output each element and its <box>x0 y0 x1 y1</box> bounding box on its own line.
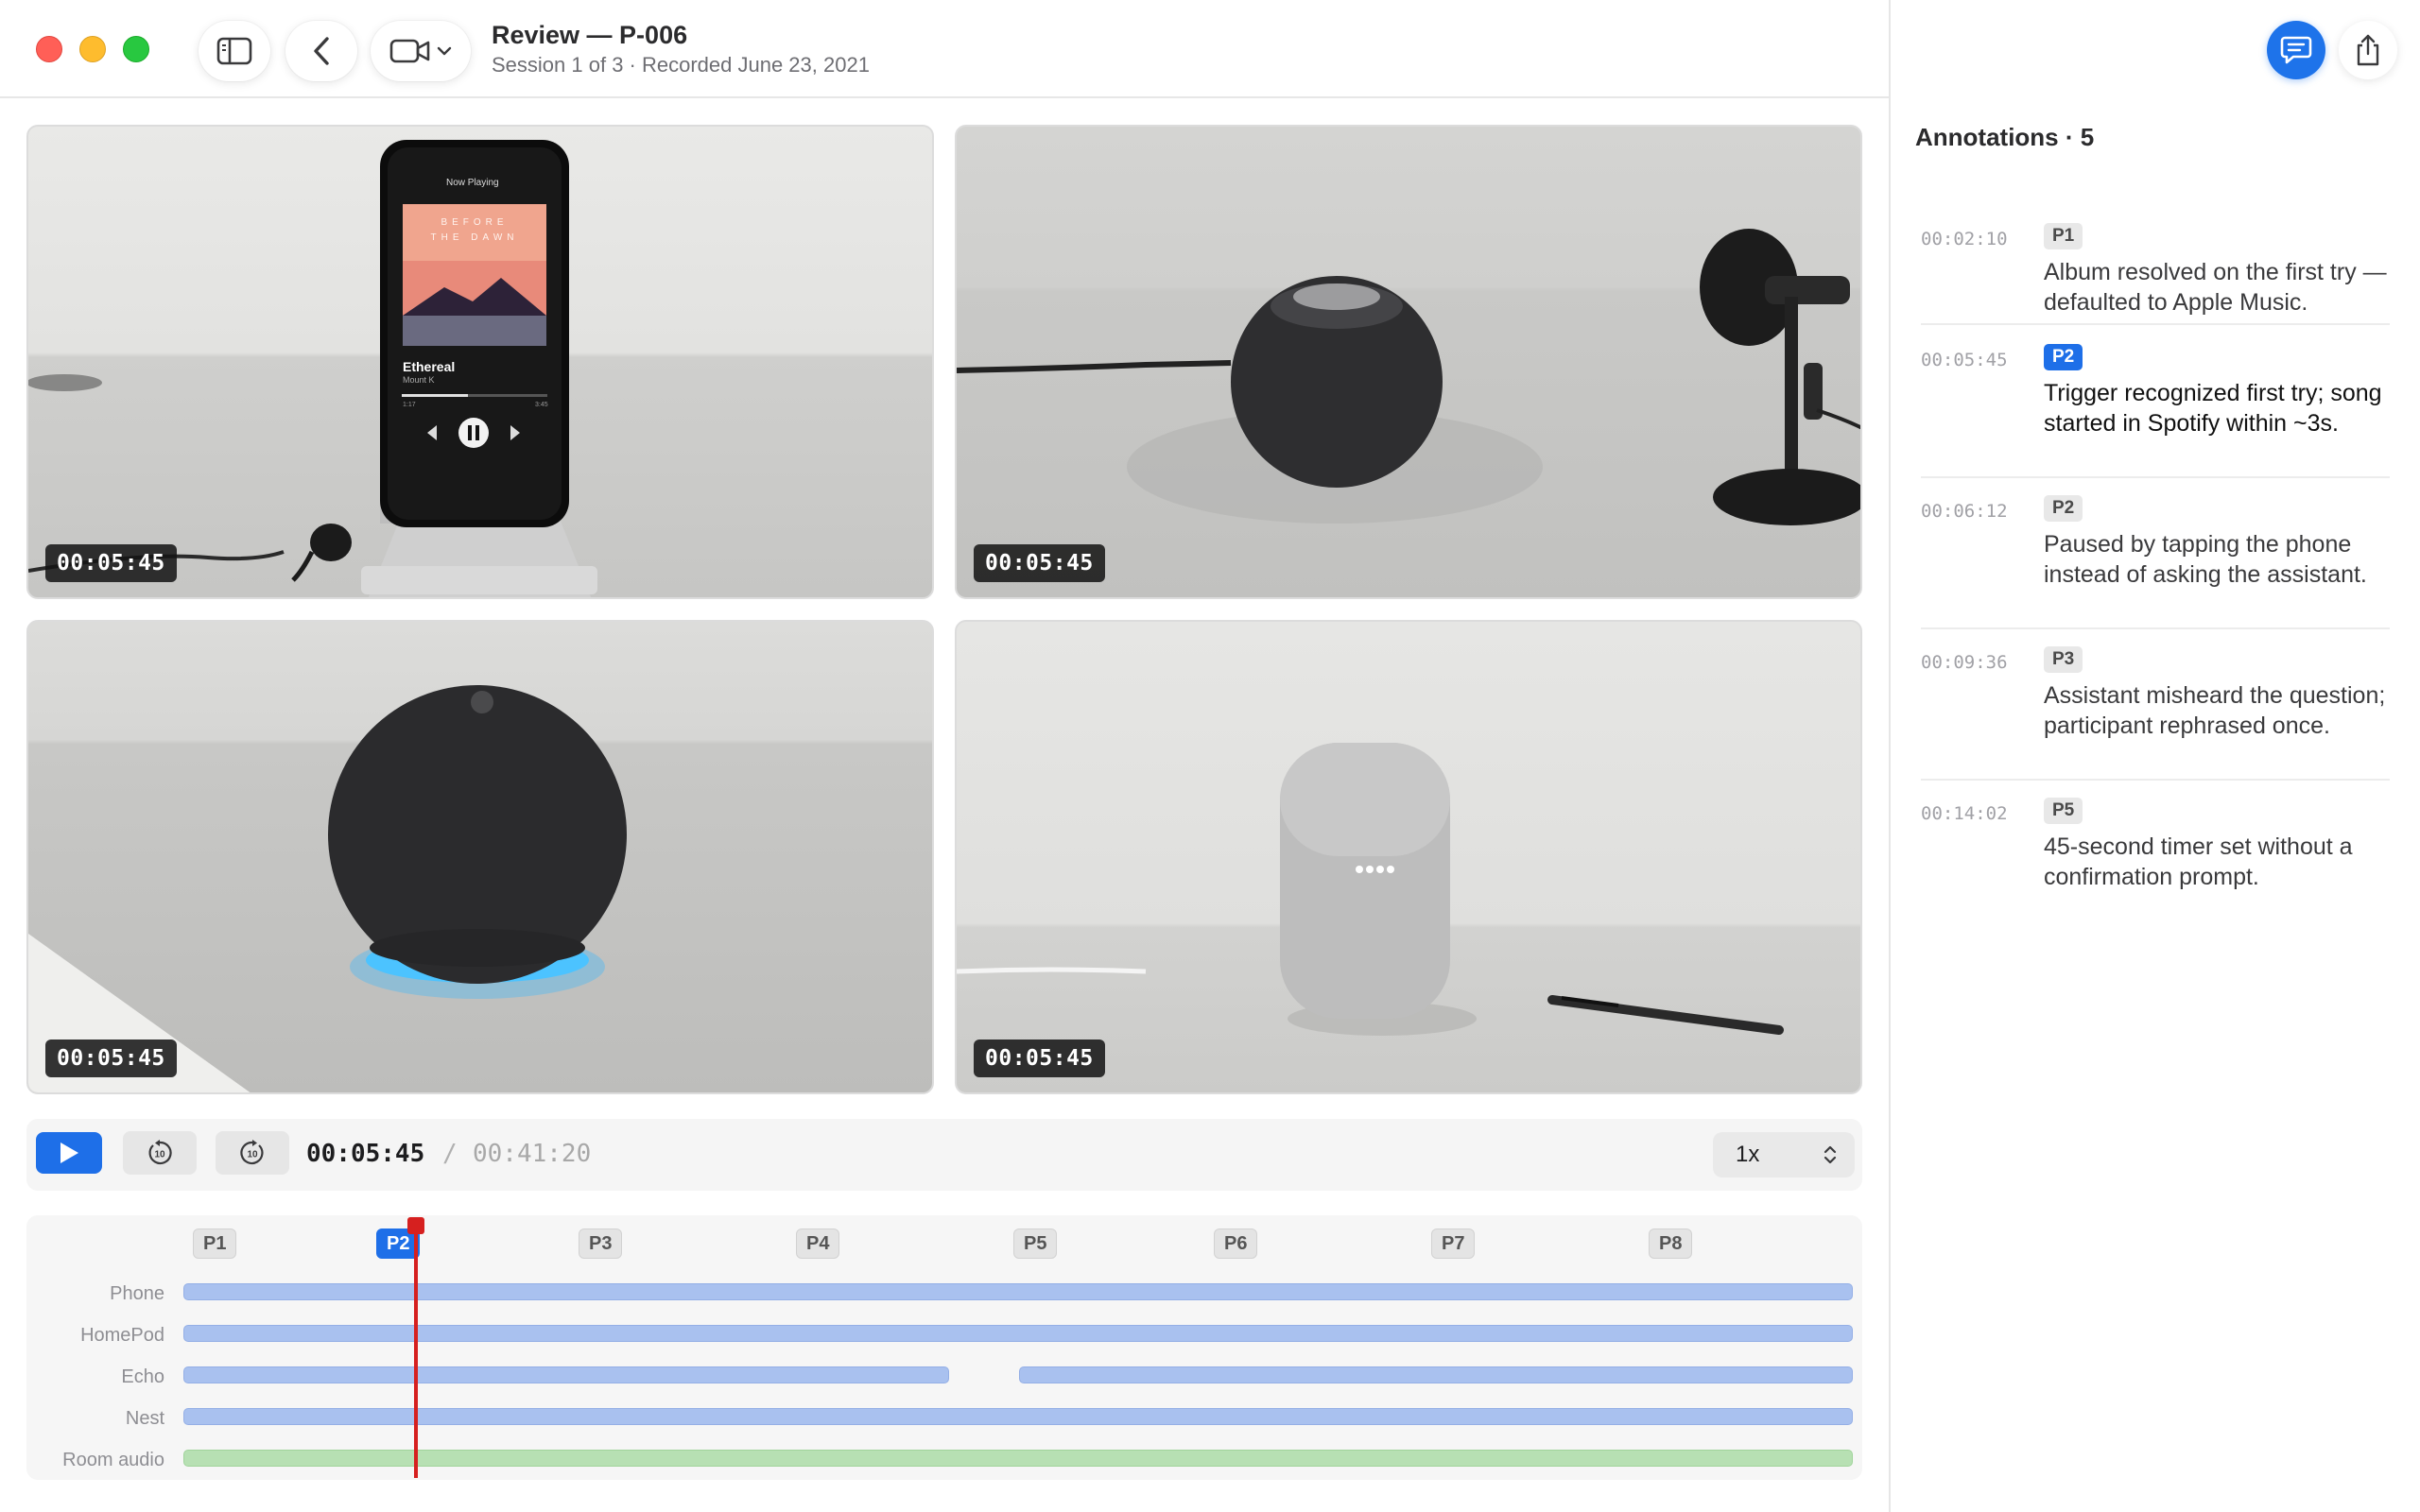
annotation-time: 00:14:02 <box>1921 803 2008 824</box>
timeline-marker[interactable]: P6 <box>1214 1228 1258 1259</box>
annotation-item[interactable]: 00:14:02 P5 45-second timer set without … <box>1921 798 2390 900</box>
annotations-toggle-button[interactable] <box>2267 21 2325 79</box>
chevron-left-icon <box>314 37 329 65</box>
page-title: Review — P-006 <box>492 21 688 49</box>
playhead[interactable] <box>414 1219 418 1478</box>
timeline-marker[interactable]: P7 <box>1431 1228 1476 1259</box>
play-icon <box>60 1143 78 1163</box>
zoom-window-button[interactable] <box>123 36 149 62</box>
track-label: Room audio <box>62 1450 164 1470</box>
homepod-camera-frame <box>957 229 1860 525</box>
skip-forward-button[interactable]: 10 <box>216 1131 289 1175</box>
annotation-text: 45-second timer set without a confirmati… <box>2044 833 2353 890</box>
track-elapsed: 1:17 <box>403 402 416 408</box>
total-time: 00:41:20 <box>473 1140 592 1168</box>
toggle-sidebar-button[interactable] <box>199 21 270 81</box>
annotations-header: Annotations · 5 <box>1915 123 2095 151</box>
annotation-tag: P1 <box>2044 223 2083 249</box>
timeline-marker[interactable]: P5 <box>1013 1228 1058 1259</box>
video-camera-icon <box>389 39 430 63</box>
album-art-text: BEFORE THE DAWN <box>430 217 519 243</box>
track-label: Echo <box>121 1366 164 1387</box>
track-bar-homepod[interactable] <box>183 1325 1853 1342</box>
playback-speed-value: 1x <box>1736 1142 1760 1167</box>
time-separator: / <box>442 1140 458 1168</box>
page-subtitle: Session 1 of 3 · Recorded June 23, 2021 <box>492 53 870 77</box>
annotation-time: 00:02:10 <box>1921 229 2008 249</box>
timeline-marker[interactable]: P8 <box>1649 1228 1693 1259</box>
track-label: HomePod <box>80 1325 164 1346</box>
back-button[interactable] <box>285 21 357 81</box>
skip-back-button[interactable]: 10 <box>123 1131 197 1175</box>
track-bar-room-audio[interactable] <box>183 1450 1853 1467</box>
video-timestamp: 00:05:45 <box>45 1040 177 1077</box>
timeline[interactable]: P1 P2 P3 P4 P5 P6 P7 P8 Phone HomePod Ec… <box>26 1215 1862 1480</box>
title-bar: Review — P-006 Session 1 of 3 · Recorded… <box>0 0 1889 98</box>
timeline-marker[interactable]: P4 <box>796 1228 840 1259</box>
chevron-down-icon <box>437 46 452 56</box>
track-label: Phone <box>110 1283 164 1304</box>
video-timestamp: 00:05:45 <box>45 544 177 582</box>
minimize-window-button[interactable] <box>79 36 106 62</box>
transport-bar: 10 10 00:05:45 / 00:41:20 1x <box>26 1119 1862 1191</box>
track-title: Ethereal <box>403 359 456 374</box>
skip-seconds-label: 10 <box>247 1150 258 1160</box>
track-bar-echo-segment[interactable] <box>1019 1366 1853 1383</box>
camera-menu-button[interactable] <box>371 21 471 81</box>
skip-seconds-label: 10 <box>154 1150 165 1160</box>
annotation-tag: P3 <box>2044 646 2083 673</box>
annotation-item[interactable]: 00:02:10 P1 Album resolved on the first … <box>1921 223 2390 325</box>
track-duration: 3:45 <box>535 402 548 408</box>
annotation-text: Paused by tapping the phone instead of a… <box>2044 531 2367 588</box>
nest-camera-frame <box>957 743 1784 1036</box>
annotation-time: 00:09:36 <box>1921 652 2008 673</box>
track-bar-nest[interactable] <box>183 1408 1853 1425</box>
sidebar-toggle-icon <box>216 37 252 65</box>
annotation-time: 00:06:12 <box>1921 501 2008 522</box>
phone-camera-frame <box>28 140 597 597</box>
current-time: 00:05:45 <box>306 1140 425 1168</box>
phone-now-playing-label: Now Playing <box>446 178 499 188</box>
annotation-item[interactable]: 00:09:36 P3 Assistant misheard the quest… <box>1921 646 2390 781</box>
video-tile-phone[interactable]: Now Playing BEFORE THE DAWN Ethereal Mou… <box>26 125 934 599</box>
share-icon <box>2357 34 2379 66</box>
video-tile-nest[interactable]: 00:05:45 <box>955 620 1862 1094</box>
video-timestamp: 00:05:45 <box>974 544 1105 582</box>
annotation-item-active[interactable]: 00:05:45 P2 Trigger recognized first try… <box>1921 344 2390 478</box>
timeline-marker[interactable]: P1 <box>193 1228 237 1259</box>
skip-forward-10-icon: 10 <box>240 1140 264 1165</box>
annotation-time: 00:05:45 <box>1921 350 2008 370</box>
skip-back-10-icon: 10 <box>148 1140 172 1165</box>
annotations-sidebar: Annotations · 5 00:02:10 P1 Album resolv… <box>1889 0 2420 1512</box>
annotation-tag: P2 <box>2044 495 2083 522</box>
annotation-tag: P5 <box>2044 798 2083 824</box>
close-window-button[interactable] <box>36 36 62 62</box>
video-timestamp: 00:05:45 <box>974 1040 1105 1077</box>
play-button[interactable] <box>36 1132 102 1174</box>
main-area: Review — P-006 Session 1 of 3 · Recorded… <box>0 0 1889 1512</box>
annotation-text: Assistant misheard the question; partici… <box>2044 682 2386 739</box>
playback-speed-select[interactable]: 1x <box>1713 1132 1855 1177</box>
video-tile-echo[interactable]: 00:05:45 <box>26 620 934 1094</box>
up-down-chevron-icon <box>1824 1145 1837 1164</box>
video-tile-homepod[interactable]: 00:05:45 <box>955 125 1862 599</box>
track-bar-phone[interactable] <box>183 1283 1853 1300</box>
annotation-text: Album resolved on the first try — defaul… <box>2044 259 2387 316</box>
share-button[interactable] <box>2339 21 2397 79</box>
track-bar-echo-segment[interactable] <box>183 1366 949 1383</box>
echo-camera-frame <box>28 685 627 1092</box>
annotation-text: Trigger recognized first try; song start… <box>2044 380 2382 437</box>
timeline-marker[interactable]: P3 <box>579 1228 623 1259</box>
annotation-item[interactable]: 00:06:12 P2 Paused by tapping the phone … <box>1921 495 2390 629</box>
annotation-tag: P2 <box>2044 344 2083 370</box>
track-artist: Mount K <box>403 375 435 385</box>
comment-icon <box>2280 36 2312 64</box>
track-label: Nest <box>125 1408 164 1429</box>
